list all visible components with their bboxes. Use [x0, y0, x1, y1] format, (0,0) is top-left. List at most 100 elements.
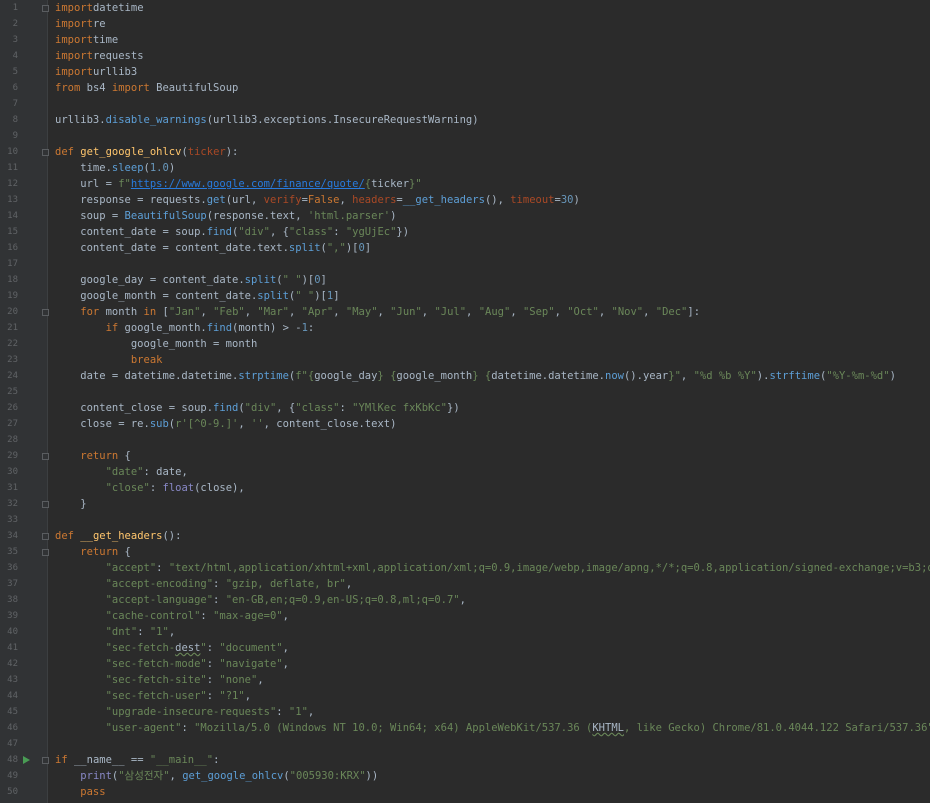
code-line[interactable]: 26 content_close = soup.find("div", {"cl…	[0, 400, 930, 416]
code-line[interactable]: 2 importre	[0, 16, 930, 32]
code-line[interactable]: 16 content_date = content_date.text.spli…	[0, 240, 930, 256]
code-line[interactable]: 9	[0, 128, 930, 144]
code-line[interactable]: 47	[0, 736, 930, 752]
code-line[interactable]: 30 "date": date,	[0, 464, 930, 480]
fold-marker-icon[interactable]	[42, 501, 49, 508]
code-line[interactable]: 42 "sec-fetch-mode": "navigate",	[0, 656, 930, 672]
code-token: (close),	[194, 482, 245, 494]
code-line[interactable]: 34 def __get_headers():	[0, 528, 930, 544]
code-token: ]	[364, 242, 372, 254]
line-number: 2	[12, 19, 18, 29]
code-line[interactable]: 43 "sec-fetch-site": "none",	[0, 672, 930, 688]
code-line[interactable]: 32 }	[0, 496, 930, 512]
code-line[interactable]: 45 "upgrade-insecure-requests": "1",	[0, 704, 930, 720]
fold-marker-icon[interactable]	[42, 453, 49, 460]
fold-marker-icon[interactable]	[42, 757, 49, 764]
code-line[interactable]: 46 "user-agent": "Mozilla/5.0 (Windows N…	[0, 720, 930, 736]
fold-marker-icon[interactable]	[42, 5, 49, 12]
code-token: ,	[466, 306, 479, 318]
code-token: google_day = content_date.	[55, 274, 245, 286]
fold-marker-icon[interactable]	[42, 549, 49, 556]
code-line[interactable]: 22 google_month = month	[0, 336, 930, 352]
code-text: google_month = month	[55, 336, 257, 352]
code-line[interactable]: 28	[0, 432, 930, 448]
line-number: 38	[7, 595, 18, 605]
code-line[interactable]: 13 response = requests.get(url, verify=F…	[0, 192, 930, 208]
code-line[interactable]: 23 break	[0, 352, 930, 368]
code-line[interactable]: 10 def get_google_ohlcv(ticker):	[0, 144, 930, 160]
code-token: {	[118, 450, 131, 462]
line-number: 40	[7, 627, 18, 637]
line-number: 26	[7, 403, 18, 413]
code-token: "Aug"	[478, 306, 511, 318]
code-line[interactable]: 21 if google_month.find(month) > -1:	[0, 320, 930, 336]
code-line[interactable]: 8 urllib3.disable_warnings(urllib3.except…	[0, 112, 930, 128]
code-line[interactable]: 33	[0, 512, 930, 528]
run-icon[interactable]	[23, 756, 30, 764]
fold-marker-icon[interactable]	[42, 309, 49, 316]
code-area[interactable]: 1 importdatetime 2 importre 3 importtime 4 impo…	[0, 0, 930, 800]
code-token: "%Y-%m-%d"	[826, 370, 890, 382]
line-number: 1	[12, 3, 18, 13]
code-line[interactable]: 39 "cache-control": "max-age=0",	[0, 608, 930, 624]
code-line[interactable]: 27 close = re.sub(r'[^0-9.]', '', conten…	[0, 416, 930, 432]
code-token: soup =	[55, 210, 125, 222]
code-line[interactable]: 12 url = f"https://www.google.com/financ…	[0, 176, 930, 192]
code-editor[interactable]: 1 importdatetime 2 importre 3 importtime 4 impo…	[0, 0, 930, 803]
code-line[interactable]: 19 google_month = content_date.split(" "…	[0, 288, 930, 304]
code-token: def	[55, 146, 81, 158]
code-line[interactable]: 25	[0, 384, 930, 400]
code-line[interactable]: 50 pass	[0, 784, 930, 800]
code-token: import	[55, 2, 93, 14]
code-token: "sec-fetch-	[105, 642, 176, 654]
code-token: )[	[314, 290, 327, 302]
code-token: "__main__"	[149, 754, 214, 766]
code-line[interactable]: 24 date = datetime.datetime.strptime(f"{…	[0, 368, 930, 384]
code-line[interactable]: 7	[0, 96, 930, 112]
code-line[interactable]: 44 "sec-fetch-user": "?1",	[0, 688, 930, 704]
line-number: 19	[7, 291, 18, 301]
line-number: 31	[7, 483, 18, 493]
code-line[interactable]: 14 soup = BeautifulSoup(response.text, '…	[0, 208, 930, 224]
code-line[interactable]: 38 "accept-language": "en-GB,en;q=0.9,en…	[0, 592, 930, 608]
code-line[interactable]: 15 content_date = soup.find("div", {"cla…	[0, 224, 930, 240]
code-line[interactable]: 6 from bs4 import BeautifulSoup	[0, 80, 930, 96]
code-token: , like Gecko) Chrome/81.0.4044.122 Safar…	[623, 722, 930, 734]
code-token: now	[605, 370, 624, 382]
code-line[interactable]: 40 "dnt": "1",	[0, 624, 930, 640]
code-token: ,	[680, 370, 694, 382]
fold-marker-icon[interactable]	[42, 149, 49, 156]
code-token: : date,	[143, 466, 188, 478]
code-line[interactable]: 49 print("삼성전자", get_google_ohlcv("00593…	[0, 768, 930, 784]
line-number: 41	[7, 643, 18, 653]
code-text: google_day = content_date.split(" ")[0]	[55, 272, 327, 288]
code-line[interactable]: 41 "sec-fetch-dest": "document",	[0, 640, 930, 656]
code-line[interactable]: 31 "close": float(close),	[0, 480, 930, 496]
fold-marker-icon[interactable]	[42, 533, 49, 540]
code-line[interactable]: 37 "accept-encoding": "gzip, deflate, br…	[0, 576, 930, 592]
code-line[interactable]: 11 time.sleep(1.0)	[0, 160, 930, 176]
line-number: 29	[7, 451, 18, 461]
code-line[interactable]: 29 return {	[0, 448, 930, 464]
code-token: month	[99, 306, 144, 318]
code-token: datetime.datetime.	[491, 370, 606, 382]
code-token: )	[390, 210, 397, 222]
code-token: "close"	[105, 482, 150, 494]
code-line[interactable]: 35 return {	[0, 544, 930, 560]
code-line[interactable]: 20 for month in ["Jan", "Feb", "Mar", "A…	[0, 304, 930, 320]
line-number: 17	[7, 259, 18, 269]
code-line[interactable]: 4 importrequests	[0, 48, 930, 64]
code-line[interactable]: 18 google_day = content_date.split(" ")[…	[0, 272, 930, 288]
code-line[interactable]: 48 if __name__ == "__main__":	[0, 752, 930, 768]
code-line[interactable]: 36 "accept": "text/html,application/xhtm…	[0, 560, 930, 576]
code-token: ,	[339, 194, 353, 206]
code-token: :	[307, 322, 315, 334]
code-line[interactable]: 3 importtime	[0, 32, 930, 48]
line-number: 6	[12, 83, 18, 93]
code-token: ,	[288, 306, 302, 318]
code-line[interactable]: 17	[0, 256, 930, 272]
code-token: :	[156, 562, 169, 574]
code-line[interactable]: 5 importurllib3	[0, 64, 930, 80]
code-line[interactable]: 1 importdatetime	[0, 0, 930, 16]
